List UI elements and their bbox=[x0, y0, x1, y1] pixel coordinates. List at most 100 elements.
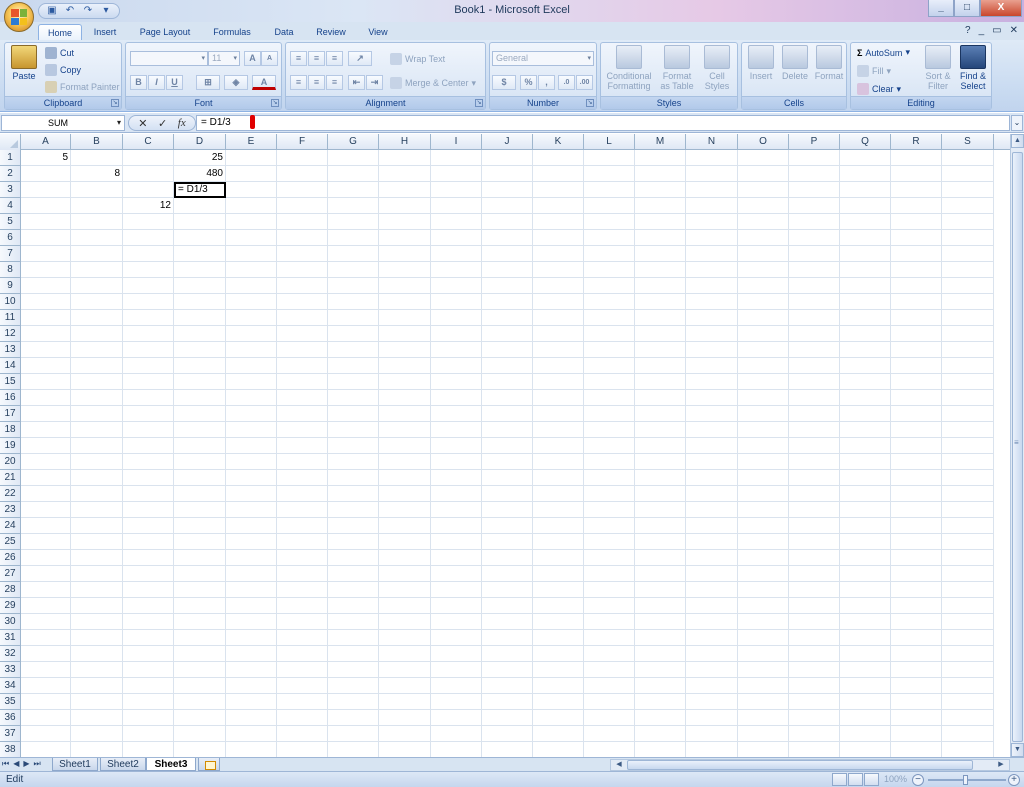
cell[interactable] bbox=[123, 630, 174, 646]
row-header[interactable]: 20 bbox=[0, 454, 21, 470]
cell[interactable] bbox=[789, 614, 840, 630]
row-header[interactable]: 27 bbox=[0, 566, 21, 582]
cell[interactable] bbox=[21, 454, 71, 470]
cell[interactable] bbox=[431, 422, 482, 438]
cell[interactable] bbox=[277, 422, 328, 438]
cell[interactable] bbox=[277, 550, 328, 566]
cell[interactable] bbox=[891, 502, 942, 518]
delete-cells-button[interactable]: Delete bbox=[778, 45, 812, 81]
cell[interactable] bbox=[533, 518, 584, 534]
cell[interactable] bbox=[71, 454, 123, 470]
cell[interactable] bbox=[174, 598, 226, 614]
cell[interactable] bbox=[71, 310, 123, 326]
align-left-button[interactable]: ≡ bbox=[290, 75, 307, 90]
cell[interactable] bbox=[635, 742, 686, 757]
cell[interactable] bbox=[635, 278, 686, 294]
cell[interactable] bbox=[174, 550, 226, 566]
cell[interactable] bbox=[738, 486, 789, 502]
cell[interactable] bbox=[789, 358, 840, 374]
cell[interactable] bbox=[379, 358, 431, 374]
column-header-g[interactable]: G bbox=[328, 134, 379, 150]
cell[interactable] bbox=[482, 710, 533, 726]
first-sheet-icon[interactable]: ⏮ bbox=[2, 759, 9, 769]
cell[interactable] bbox=[226, 502, 277, 518]
cell[interactable] bbox=[686, 246, 738, 262]
cell[interactable] bbox=[379, 198, 431, 214]
cell[interactable] bbox=[379, 150, 431, 166]
cell[interactable] bbox=[226, 630, 277, 646]
cell[interactable] bbox=[379, 598, 431, 614]
cell[interactable] bbox=[533, 742, 584, 757]
cell[interactable] bbox=[71, 486, 123, 502]
cell[interactable] bbox=[431, 358, 482, 374]
cell[interactable] bbox=[840, 166, 891, 182]
cell[interactable] bbox=[431, 646, 482, 662]
cell[interactable] bbox=[686, 230, 738, 246]
cell[interactable] bbox=[891, 374, 942, 390]
cell[interactable] bbox=[482, 166, 533, 182]
bold-button[interactable]: B bbox=[130, 75, 147, 90]
cell[interactable] bbox=[942, 694, 994, 710]
cell[interactable] bbox=[21, 422, 71, 438]
cell[interactable] bbox=[21, 198, 71, 214]
row-header[interactable]: 11 bbox=[0, 310, 21, 326]
cell[interactable] bbox=[942, 598, 994, 614]
cell[interactable] bbox=[431, 598, 482, 614]
cell[interactable] bbox=[482, 694, 533, 710]
cell[interactable] bbox=[431, 294, 482, 310]
borders-button[interactable]: ⊞ bbox=[196, 75, 220, 90]
cell[interactable] bbox=[277, 342, 328, 358]
orientation-button[interactable]: ↗ bbox=[348, 51, 372, 66]
column-header-k[interactable]: K bbox=[533, 134, 584, 150]
cell[interactable] bbox=[21, 518, 71, 534]
cell[interactable] bbox=[21, 230, 71, 246]
cell[interactable] bbox=[482, 374, 533, 390]
decrease-indent-button[interactable]: ⇤ bbox=[348, 75, 365, 90]
cell[interactable] bbox=[328, 262, 379, 278]
cell[interactable] bbox=[738, 710, 789, 726]
cell[interactable] bbox=[21, 582, 71, 598]
cell[interactable] bbox=[21, 502, 71, 518]
cell[interactable] bbox=[482, 502, 533, 518]
cell[interactable] bbox=[738, 182, 789, 198]
cell[interactable] bbox=[174, 390, 226, 406]
cell[interactable] bbox=[123, 710, 174, 726]
cell[interactable] bbox=[789, 342, 840, 358]
cell[interactable] bbox=[328, 342, 379, 358]
row-header[interactable]: 22 bbox=[0, 486, 21, 502]
cell[interactable] bbox=[277, 742, 328, 757]
cell[interactable] bbox=[379, 470, 431, 486]
formula-input[interactable]: = D1/3 bbox=[196, 115, 1010, 131]
cell[interactable] bbox=[533, 502, 584, 518]
cell[interactable] bbox=[71, 742, 123, 757]
cell[interactable] bbox=[533, 614, 584, 630]
cell[interactable] bbox=[482, 566, 533, 582]
cell[interactable] bbox=[942, 374, 994, 390]
cell[interactable] bbox=[789, 710, 840, 726]
cell[interactable] bbox=[226, 646, 277, 662]
cell[interactable] bbox=[482, 486, 533, 502]
cell[interactable] bbox=[226, 326, 277, 342]
cell[interactable] bbox=[789, 454, 840, 470]
cell[interactable] bbox=[174, 326, 226, 342]
horizontal-scroll-thumb[interactable] bbox=[627, 760, 973, 770]
cell[interactable] bbox=[21, 166, 71, 182]
cell[interactable] bbox=[942, 518, 994, 534]
cell[interactable] bbox=[277, 230, 328, 246]
cell[interactable] bbox=[174, 358, 226, 374]
cell[interactable] bbox=[789, 582, 840, 598]
cell[interactable] bbox=[891, 550, 942, 566]
cell[interactable] bbox=[635, 246, 686, 262]
cell[interactable] bbox=[328, 198, 379, 214]
cell[interactable] bbox=[21, 182, 71, 198]
cell[interactable] bbox=[738, 694, 789, 710]
fill-button[interactable]: Fill ▾ bbox=[857, 65, 891, 77]
cell[interactable] bbox=[277, 486, 328, 502]
cell[interactable] bbox=[584, 646, 635, 662]
cell[interactable] bbox=[431, 326, 482, 342]
cell[interactable] bbox=[840, 326, 891, 342]
cell[interactable] bbox=[840, 470, 891, 486]
cell[interactable] bbox=[942, 358, 994, 374]
align-top-button[interactable]: ≡ bbox=[290, 51, 307, 66]
cell[interactable] bbox=[942, 646, 994, 662]
